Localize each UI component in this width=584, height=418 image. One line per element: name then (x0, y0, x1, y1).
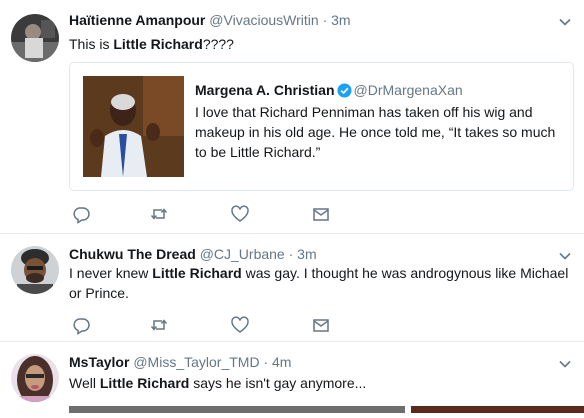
tweet-1[interactable]: Haïtienne Amanpour @VivaciousWritin · 3m… (0, 0, 584, 233)
avatar[interactable] (11, 14, 59, 62)
tweet-text-part: says he isn't gay anymore... (189, 375, 367, 391)
envelope-icon[interactable] (311, 315, 331, 335)
tweet-2[interactable]: Chukwu The Dread @CJ_Urbane · 3m I never… (0, 234, 584, 341)
chevron-down-icon[interactable] (558, 357, 572, 371)
separator-dot: · (322, 12, 328, 28)
avatar[interactable] (11, 354, 59, 402)
avatar[interactable] (11, 246, 59, 294)
reply-icon[interactable] (71, 315, 91, 335)
tweet-text: Well Little Richard says he isn't gay an… (69, 373, 574, 393)
tweet-text-highlight: Little Richard (99, 375, 190, 391)
quoted-tweet-header: Margena A. Christian @DrMargenaXan (195, 81, 463, 99)
separator-dot: · (288, 246, 294, 262)
tweet-header: MsTaylor @Miss_Taylor_TMD · 4m (69, 353, 291, 371)
separator-dot: · (263, 354, 269, 370)
tweet-actions (69, 204, 369, 224)
user-handle[interactable]: @VivaciousWritin (209, 12, 318, 28)
tweet-text: This is Little Richard???? (69, 34, 574, 54)
retweet-icon[interactable] (149, 315, 169, 335)
verified-badge-icon (336, 83, 352, 98)
tweet-header: Chukwu The Dread @CJ_Urbane · 3m (69, 245, 317, 263)
tweet-header: Haïtienne Amanpour @VivaciousWritin · 3m (69, 11, 351, 29)
heart-icon[interactable] (230, 204, 250, 224)
tweet-text-part: Well (69, 375, 100, 391)
chevron-down-icon[interactable] (558, 249, 572, 263)
retweet-icon[interactable] (149, 204, 169, 224)
timestamp[interactable]: 3m (297, 246, 316, 262)
tweet-text-highlight: Little Richard (113, 36, 203, 52)
quoted-tweet-text: I love that Richard Penniman has taken o… (195, 104, 556, 160)
tweet-text: I never knew Little Richard was gay. I t… (69, 263, 574, 303)
tweet-3[interactable]: MsTaylor @Miss_Taylor_TMD · 4m Well Litt… (0, 342, 584, 413)
tweet-text-part: ???? (202, 36, 234, 52)
heart-icon[interactable] (230, 315, 250, 335)
tweet-text-part: I never knew (69, 265, 153, 281)
quoted-tweet[interactable]: Margena A. Christian @DrMargenaXan I lov… (69, 62, 574, 191)
timestamp[interactable]: 3m (331, 12, 350, 28)
tweet-media-preview[interactable] (69, 400, 584, 413)
display-name[interactable]: Chukwu The Dread (69, 246, 196, 262)
tweet-text-part: This is (69, 36, 114, 52)
quoted-display-name[interactable]: Margena A. Christian (195, 82, 335, 98)
reply-icon[interactable] (71, 204, 91, 224)
tweet-text-highlight: Little Richard (152, 265, 242, 281)
quoted-user-handle[interactable]: @DrMargenaXan (354, 82, 463, 98)
envelope-icon[interactable] (311, 204, 331, 224)
user-handle[interactable]: @Miss_Taylor_TMD (133, 354, 259, 370)
timestamp[interactable]: 4m (272, 354, 291, 370)
chevron-down-icon[interactable] (558, 15, 572, 29)
tweet-actions (69, 315, 369, 335)
display-name[interactable]: Haïtienne Amanpour (69, 12, 205, 28)
quoted-tweet-image[interactable] (83, 76, 184, 177)
display-name[interactable]: MsTaylor (69, 354, 129, 370)
user-handle[interactable]: @CJ_Urbane (200, 246, 285, 262)
